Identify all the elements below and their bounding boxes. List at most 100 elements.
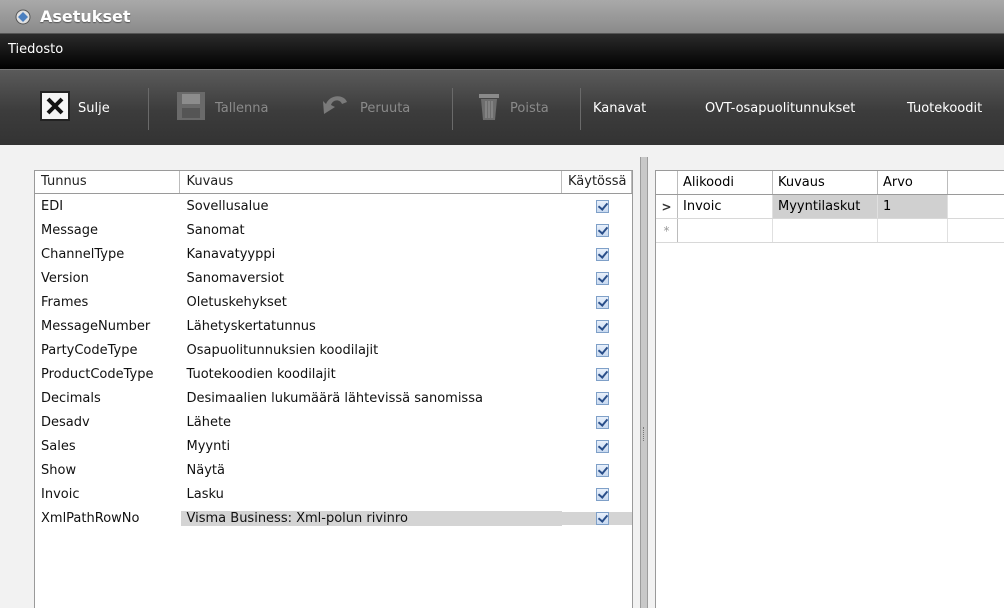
product-codes-label: Tuotekoodit [907,100,983,116]
subcode-cell[interactable]: Invoic [678,195,773,218]
subcode-grid-header: Alikoodi Kuvaus Arvo [656,171,1004,195]
table-row[interactable]: PartyCodeType Osapuolitunnuksien koodilaj… [35,338,632,362]
trash-icon [476,90,502,126]
settings-grid[interactable]: Tunnus Kuvaus Käytössä EDI Sovellusalue Me… [34,170,633,608]
table-row[interactable]: Version Sanomaversiot [35,266,632,290]
code-cell[interactable]: XmlPathRowNo [35,511,181,526]
splitter-grip[interactable] [643,427,645,441]
channels-button[interactable]: Kanavat [593,88,646,128]
table-row[interactable]: MessageNumber Lähetyskertatunnus [35,314,632,338]
enabled-checkbox[interactable] [595,295,609,309]
description-cell[interactable]: Myyntilaskut [773,195,878,218]
new-row[interactable]: * [656,219,1004,243]
description-cell[interactable]: Desimaalien lukumäärä lähtevissä sanomis… [181,391,563,406]
save-label: Tallenna [215,100,269,116]
code-cell[interactable]: PartyCodeType [35,343,181,358]
code-cell[interactable]: Frames [35,295,181,310]
code-cell[interactable]: Version [35,271,181,286]
table-row[interactable]: Decimals Desimaalien lukumäärä lähtevissä… [35,386,632,410]
code-cell[interactable]: Show [35,463,181,478]
enabled-cell [562,247,632,261]
value-cell[interactable]: 1 [878,195,948,218]
enabled-checkbox[interactable] [595,367,609,381]
menu-file[interactable]: Tiedosto [8,42,63,57]
code-cell[interactable]: Decimals [35,391,181,406]
column-header-enabled[interactable]: Käytössä [562,171,632,193]
table-row[interactable]: Invoic Lasku [35,482,632,506]
enabled-checkbox[interactable] [595,319,609,333]
table-row[interactable]: Message Sanomat [35,218,632,242]
undo-label: Peruuta [360,100,411,116]
column-header-description[interactable]: Kuvaus [773,171,878,194]
enabled-cell [562,391,632,405]
new-value-cell[interactable] [878,219,948,242]
new-subcode-cell[interactable] [678,219,773,242]
enabled-checkbox[interactable] [595,391,609,405]
menu-bar: Tiedosto [0,33,1004,70]
column-header-description[interactable]: Kuvaus [180,171,562,193]
table-row[interactable]: Show Näytä [35,458,632,482]
enabled-checkbox[interactable] [595,463,609,477]
delete-button[interactable]: Poista [476,88,549,128]
description-cell[interactable]: Näytä [181,463,563,478]
table-row[interactable]: Desadv Lähete [35,410,632,434]
column-header-code[interactable]: Tunnus [35,171,181,193]
code-cell[interactable]: Invoic [35,487,181,502]
enabled-checkbox[interactable] [595,223,609,237]
description-cell[interactable]: Oletuskehykset [181,295,563,310]
content-area: Tunnus Kuvaus Käytössä EDI Sovellusalue Me… [0,145,1004,608]
column-header-subcode[interactable]: Alikoodi [678,171,773,194]
toolbar-separator [148,88,149,130]
undo-button[interactable]: Peruuta [320,88,410,128]
grid-header: Tunnus Kuvaus Käytössä [35,171,632,194]
description-cell[interactable]: Sanomat [181,223,563,238]
table-row[interactable]: ChannelType Kanavatyyppi [35,242,632,266]
enabled-checkbox[interactable] [595,271,609,285]
description-cell[interactable]: Myynti [181,439,563,454]
panel-splitter[interactable] [640,157,648,608]
enabled-checkbox[interactable] [595,511,609,525]
enabled-cell [562,199,632,213]
ovt-party-codes-button[interactable]: OVT-osapuolitunnukset [705,88,855,128]
description-cell[interactable]: Osapuolitunnuksien koodilajit [181,343,563,358]
enabled-checkbox[interactable] [595,199,609,213]
description-cell[interactable]: Sanomaversiot [181,271,563,286]
enabled-cell [562,295,632,309]
code-cell[interactable]: ProductCodeType [35,367,181,382]
new-description-cell[interactable] [773,219,878,242]
enabled-cell [562,343,632,357]
code-cell[interactable]: MessageNumber [35,319,181,334]
table-row[interactable]: > Invoic Myyntilaskut 1 [656,195,1004,219]
table-row[interactable]: EDI Sovellusalue [35,194,632,218]
enabled-checkbox[interactable] [595,487,609,501]
enabled-checkbox[interactable] [595,439,609,453]
table-row[interactable]: Frames Oletuskehykset [35,290,632,314]
title-bar: Asetukset [0,0,1004,33]
code-cell[interactable]: EDI [35,199,181,214]
enabled-checkbox[interactable] [595,415,609,429]
description-cell[interactable]: Sovellusalue [181,199,563,214]
grid-body: EDI Sovellusalue Message Sanomat ChannelType… [35,194,632,530]
enabled-cell [562,511,632,525]
enabled-checkbox[interactable] [595,343,609,357]
toolbar-separator [580,88,581,130]
save-button[interactable]: Tallenna [175,88,268,128]
description-cell[interactable]: Lähete [181,415,563,430]
table-row[interactable]: ProductCodeType Tuotekoodien koodilajit [35,362,632,386]
table-row[interactable]: XmlPathRowNo Visma Business: Xml-polun ri… [35,506,632,530]
description-cell[interactable]: Lasku [181,487,563,502]
code-cell[interactable]: Message [35,223,181,238]
description-cell[interactable]: Kanavatyyppi [181,247,563,262]
column-header-value[interactable]: Arvo [878,171,948,194]
description-cell[interactable]: Tuotekoodien koodilajit [181,367,563,382]
code-cell[interactable]: Sales [35,439,181,454]
product-codes-button[interactable]: Tuotekoodit [907,88,982,128]
enabled-checkbox[interactable] [595,247,609,261]
description-cell[interactable]: Visma Business: Xml-polun rivinro [180,510,563,526]
code-cell[interactable]: ChannelType [35,247,181,262]
close-button[interactable]: Sulje [40,88,110,128]
description-cell[interactable]: Lähetyskertatunnus [181,319,563,334]
table-row[interactable]: Sales Myynti [35,434,632,458]
code-cell[interactable]: Desadv [35,415,181,430]
subcode-grid[interactable]: Alikoodi Kuvaus Arvo > Invoic Myyntilask… [655,170,1004,608]
